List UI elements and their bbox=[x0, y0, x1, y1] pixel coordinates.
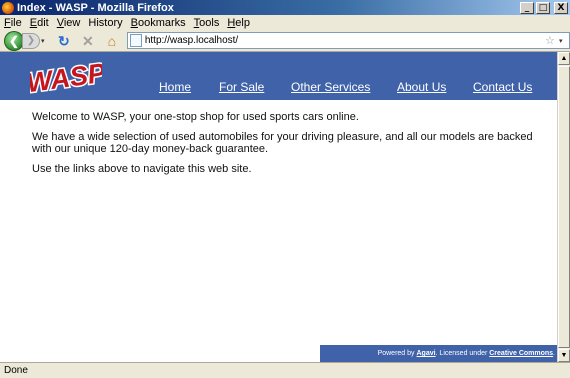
scroll-down-icon[interactable]: ▼ bbox=[558, 349, 570, 362]
firefox-icon bbox=[2, 1, 14, 14]
menu-help[interactable]: Help bbox=[227, 17, 250, 29]
welcome-paragraph: Welcome to WASP, your one-stop shop for … bbox=[32, 111, 359, 123]
url-dropdown-icon[interactable]: ▾ bbox=[559, 37, 569, 45]
selection-paragraph: We have a wide selection of used automob… bbox=[32, 131, 533, 155]
nav-for-sale-link[interactable]: For Sale bbox=[219, 80, 264, 94]
menu-view[interactable]: View bbox=[57, 17, 81, 29]
maximize-button[interactable]: □ bbox=[536, 1, 550, 14]
close-button[interactable]: X bbox=[554, 1, 568, 14]
reload-icon[interactable]: ↻ bbox=[55, 32, 73, 50]
logo-text: WASP bbox=[30, 58, 102, 96]
stop-icon[interactable]: ✕ bbox=[79, 32, 97, 50]
agavi-link[interactable]: Agavi bbox=[416, 350, 435, 357]
nav-about-us-link[interactable]: About Us bbox=[397, 80, 446, 94]
site-footer: Powered by Agavi. Licensed under Creativ… bbox=[320, 345, 557, 362]
scroll-up-icon[interactable]: ▲ bbox=[558, 52, 570, 65]
main-content: Welcome to WASP, your one-stop shop for … bbox=[32, 111, 542, 183]
forward-button[interactable]: ❯ bbox=[21, 32, 40, 49]
nav-contact-us-link[interactable]: Contact Us bbox=[473, 80, 532, 94]
menu-tools[interactable]: Tools bbox=[194, 17, 220, 29]
menu-edit[interactable]: Edit bbox=[30, 17, 49, 29]
history-dropdown-icon[interactable]: ▾ bbox=[41, 37, 49, 45]
navigation-paragraph: Use the links above to navigate this web… bbox=[32, 163, 252, 175]
title-bar: Index - WASP - Mozilla Firefox _ □ X bbox=[0, 0, 570, 15]
nav-other-services-link[interactable]: Other Services bbox=[291, 80, 370, 94]
address-bar[interactable]: http://wasp.localhost/ ☆ ▾ bbox=[126, 32, 570, 49]
home-icon[interactable]: ⌂ bbox=[103, 32, 121, 50]
window-title: Index - WASP - Mozilla Firefox bbox=[17, 1, 174, 14]
vertical-scrollbar[interactable]: ▲ ▼ bbox=[557, 52, 570, 362]
menu-file[interactable]: File bbox=[4, 17, 22, 29]
menu-bar: File Edit View History Bookmarks Tools H… bbox=[0, 15, 570, 30]
page-viewport: WASP Home For Sale Other Services About … bbox=[0, 52, 557, 362]
bookmark-star-icon[interactable]: ☆ bbox=[545, 34, 559, 47]
menu-bookmarks[interactable]: Bookmarks bbox=[131, 17, 186, 29]
status-text: Done bbox=[4, 365, 28, 376]
minimize-button[interactable]: _ bbox=[520, 1, 534, 14]
url-input[interactable]: http://wasp.localhost/ bbox=[145, 35, 545, 46]
creative-commons-link[interactable]: Creative Commons bbox=[489, 350, 553, 357]
status-bar: Done bbox=[0, 362, 570, 378]
page-icon bbox=[129, 34, 142, 47]
navigation-toolbar: ❮ ❯ ▾ ↻ ✕ ⌂ http://wasp.localhost/ ☆ ▾ bbox=[0, 30, 570, 52]
nav-home-link[interactable]: Home bbox=[159, 80, 191, 94]
window-controls: _ □ X bbox=[520, 1, 568, 14]
scroll-thumb[interactable] bbox=[558, 66, 570, 348]
site-header: WASP Home For Sale Other Services About … bbox=[0, 52, 557, 100]
back-button[interactable]: ❮ bbox=[4, 30, 24, 51]
menu-history[interactable]: History bbox=[88, 17, 122, 29]
wasp-logo[interactable]: WASP bbox=[30, 58, 102, 96]
